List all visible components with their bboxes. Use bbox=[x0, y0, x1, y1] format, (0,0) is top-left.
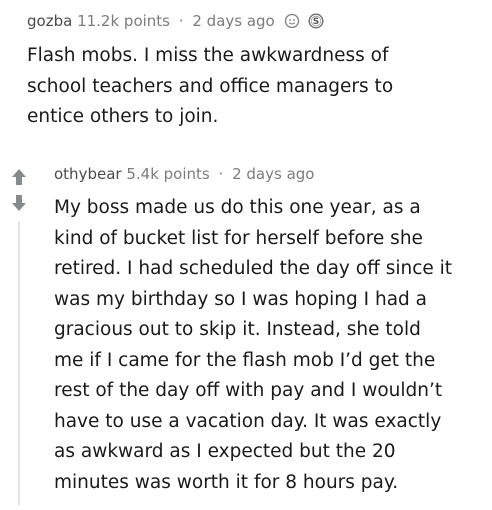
comment-body-line: as awkward as I expected but the 20 bbox=[54, 441, 396, 462]
comment-body-line: have to use a vacation day. It was exact… bbox=[54, 410, 442, 432]
comment-body-line: My boss made us do this one year, as a bbox=[54, 197, 421, 218]
comment-body: My boss made us do this one year, as a k… bbox=[54, 193, 452, 498]
comment-body-line: rest of the day off with pay and I would… bbox=[54, 380, 443, 401]
comment-points: 5.4k points bbox=[126, 165, 210, 183]
comment-body-line: kind of bucket list for herself before s… bbox=[54, 227, 423, 249]
comment-author[interactable]: gozba bbox=[27, 12, 72, 30]
comment-meta: gozba 11.2k points · 2 days ago S bbox=[27, 12, 324, 30]
comment-body-line: entice others to join. bbox=[27, 106, 219, 127]
comment-body-line: minutes was worth it for 8 hours pay. bbox=[54, 471, 399, 493]
smiley-award-icon[interactable] bbox=[284, 13, 300, 29]
comment-body-line: Flash mobs. I miss the awkwardness of bbox=[27, 45, 389, 66]
silver-coin-award-icon[interactable]: S bbox=[308, 13, 324, 29]
comment-body-line: retired. I had scheduled the day off sin… bbox=[54, 258, 453, 279]
comment-author[interactable]: othybear bbox=[54, 165, 122, 183]
comment-meta: othybear 5.4k points · 2 days ago bbox=[54, 165, 314, 183]
downvote-arrow-icon[interactable] bbox=[9, 193, 29, 213]
meta-separator: · bbox=[218, 165, 224, 183]
comment-gozba: gozba 11.2k points · 2 days ago S Flash … bbox=[0, 0, 492, 150]
comment-body: Flash mobs. I miss the awkwardness of sc… bbox=[27, 41, 393, 133]
comment-age: 2 days ago bbox=[232, 165, 315, 183]
comment-age: 2 days ago bbox=[192, 12, 275, 30]
comment-body-line: was my birthday so I was hoping I had a bbox=[54, 288, 428, 310]
thread-line[interactable] bbox=[18, 221, 20, 505]
comment-body-line: gracious out to skip it. Instead, she to… bbox=[54, 319, 421, 340]
comment-othybear: othybear 5.4k points · 2 days ago My bos… bbox=[0, 155, 492, 510]
comment-points: 11.2k points bbox=[77, 12, 171, 30]
svg-text:S: S bbox=[313, 17, 319, 27]
comment-body-line: me if I came for the flash mob I’d get t… bbox=[54, 349, 436, 371]
comment-body-line: school teachers and office managers to bbox=[27, 75, 394, 97]
upvote-arrow-icon[interactable] bbox=[9, 167, 29, 187]
meta-separator: · bbox=[178, 12, 184, 30]
